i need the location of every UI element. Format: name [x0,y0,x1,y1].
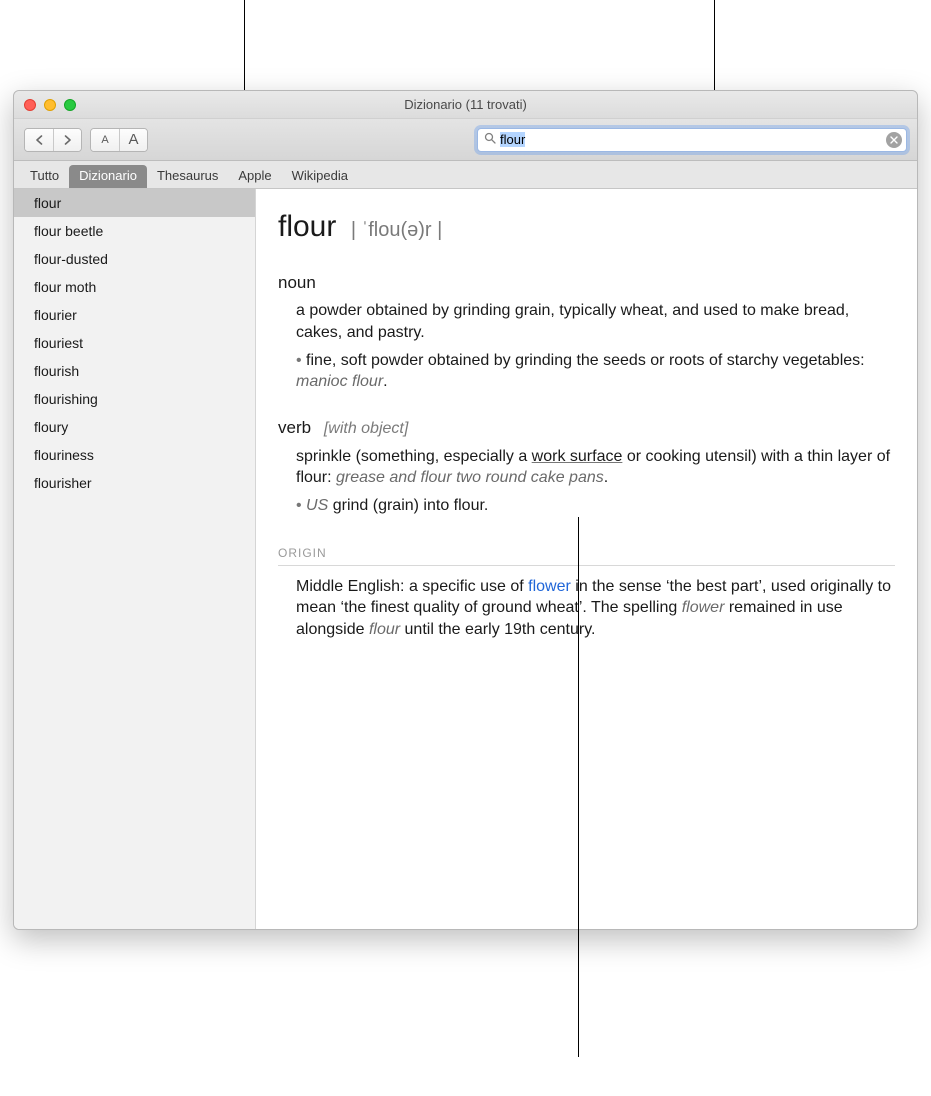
content-area: flour flour beetle flour-dusted flour mo… [14,189,917,929]
definition-pane: flour | ˈflou(ə)r | noun a powder obtain… [256,189,917,929]
part-of-speech-verb: verb [with object] [278,417,895,440]
nav-segment [24,128,82,152]
search-icon [484,132,496,147]
list-item[interactable]: flour beetle [14,217,255,245]
list-item[interactable]: flourisher [14,469,255,497]
font-larger-button[interactable]: A [119,129,147,151]
headword: flour [278,210,336,243]
list-item[interactable]: flour-dusted [14,245,255,273]
origin-link[interactable]: flower [528,578,571,595]
source-tabs: Tutto Dizionario Thesaurus Apple Wikiped… [14,161,917,189]
tab-thesaurus[interactable]: Thesaurus [147,165,228,188]
font-smaller-button[interactable]: A [91,129,119,151]
list-item[interactable]: flour moth [14,273,255,301]
window-title: Dizionario (11 trovati) [14,97,917,112]
tab-apple[interactable]: Apple [228,165,281,188]
toolbar: A A [14,119,917,161]
list-item[interactable]: flourier [14,301,255,329]
list-item[interactable]: flourish [14,357,255,385]
origin-text: Middle English: a specific use of flower… [296,576,895,641]
tab-dictionary[interactable]: Dizionario [69,165,147,188]
list-item[interactable]: floury [14,413,255,441]
pronunciation: | ˈflou(ə)r | [351,219,443,241]
clear-search-button[interactable] [886,132,902,148]
results-sidebar[interactable]: flour flour beetle flour-dusted flour mo… [14,189,256,929]
tab-wikipedia[interactable]: Wikipedia [282,165,358,188]
origin-heading: ORIGIN [278,545,895,566]
search-field[interactable] [477,128,907,152]
search-input[interactable] [500,132,886,147]
part-of-speech-noun: noun [278,272,895,295]
list-item[interactable]: flouriest [14,329,255,357]
definition-text: a powder obtained by grinding grain, typ… [296,300,895,343]
definition-text: sprinkle (something, especially a work s… [296,446,895,489]
font-size-segment: A A [90,128,148,152]
list-item[interactable]: flour [14,189,255,217]
list-item[interactable]: flouriness [14,441,255,469]
cross-reference-link[interactable]: work surface [532,448,623,465]
back-button[interactable] [25,129,53,151]
tab-all[interactable]: Tutto [20,165,69,188]
dictionary-window: Dizionario (11 trovati) A A Tutto Dizion… [13,90,918,930]
titlebar: Dizionario (11 trovati) [14,91,917,119]
list-item[interactable]: flourishing [14,385,255,413]
sub-definition: US grind (grain) into flour. [296,495,895,517]
forward-button[interactable] [53,129,81,151]
sub-definition: fine, soft powder obtained by grinding t… [296,350,895,393]
